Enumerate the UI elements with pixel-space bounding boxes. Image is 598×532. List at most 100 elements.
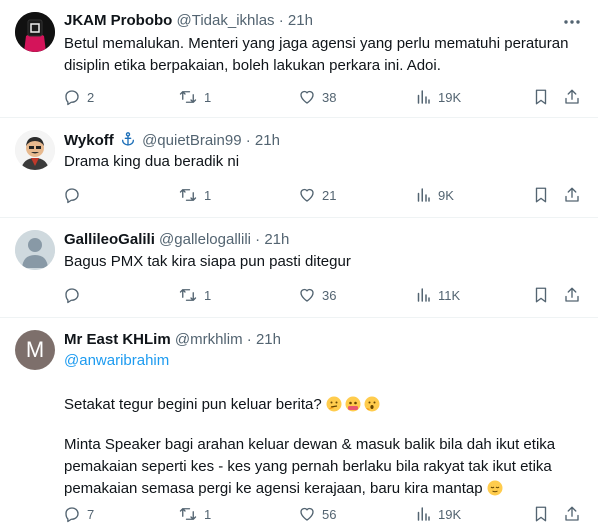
tweet-text: Minta Speaker bagi arahan keluar dewan &… — [64, 434, 579, 500]
display-name[interactable]: Wykoff — [64, 132, 114, 149]
like-count: 36 — [322, 287, 337, 303]
avatar[interactable] — [15, 230, 55, 270]
avatar[interactable] — [15, 130, 55, 170]
share-icon — [565, 506, 579, 521]
repost-count: 1 — [204, 89, 212, 105]
display-name[interactable]: JKAM Probobo — [64, 12, 172, 29]
separator: · — [246, 331, 252, 348]
share-button[interactable] — [563, 185, 581, 205]
reply-icon — [65, 188, 79, 204]
views-count: 11K — [438, 287, 461, 303]
tweet-actions: 2 1 38 19K — [0, 87, 598, 107]
repost-button[interactable]: 1 — [178, 185, 211, 205]
mention-link[interactable]: @anwaribrahim — [64, 352, 169, 369]
heart-icon — [300, 90, 314, 104]
tweet[interactable]: JKAM Probobo @Tidak_ikhlas · 21h Betul m… — [0, 0, 598, 118]
bookmark-icon — [535, 506, 547, 522]
bookmark-button[interactable] — [532, 285, 550, 305]
avatar[interactable]: M — [15, 330, 55, 370]
share-button[interactable] — [563, 87, 581, 107]
reply-button[interactable]: 7 — [63, 504, 94, 524]
repost-icon — [179, 508, 197, 520]
bookmark-button[interactable] — [532, 504, 550, 524]
tweet-text: Betul memalukan. Menteri yang jaga agens… — [64, 35, 569, 74]
reply-icon — [65, 288, 79, 304]
user-handle[interactable]: @gallelogallili — [159, 231, 251, 248]
timestamp[interactable]: 21h — [256, 331, 281, 348]
like-button[interactable]: 36 — [298, 285, 336, 305]
share-icon — [565, 187, 579, 202]
user-handle[interactable]: @mrkhlim — [175, 331, 243, 348]
tweet-actions: 1 21 9K — [0, 185, 598, 205]
reply-icon — [65, 507, 79, 523]
share-icon — [565, 89, 579, 104]
separator: · — [278, 12, 284, 29]
share-button[interactable] — [563, 504, 581, 524]
repost-count: 1 — [204, 187, 212, 203]
heart-icon — [300, 188, 314, 202]
views-count: 9K — [438, 187, 454, 203]
display-name[interactable]: GallileoGalili — [64, 231, 155, 248]
repost-count: 1 — [204, 287, 212, 303]
views-button[interactable]: 9K — [414, 185, 454, 205]
tweet-actions: 7 1 56 19K — [0, 504, 598, 524]
reply-button[interactable] — [63, 285, 87, 305]
repost-icon — [179, 289, 197, 301]
views-icon — [417, 90, 430, 104]
tweet-text-line: Minta Speaker bagi arahan keluar dewan &… — [64, 436, 556, 497]
tweet-mention: @anwaribrahim — [64, 350, 579, 372]
repost-count: 1 — [204, 506, 212, 522]
repost-button[interactable]: 1 — [178, 285, 211, 305]
face-holding-back-tears-emoji-icon — [345, 396, 361, 412]
like-button[interactable]: 21 — [298, 185, 336, 205]
reply-icon — [65, 90, 79, 106]
like-button[interactable]: 38 — [298, 87, 336, 107]
relieved-face-emoji-icon — [487, 480, 503, 496]
share-icon — [565, 287, 579, 302]
views-count: 19K — [438, 506, 462, 522]
timestamp[interactable]: 21h — [255, 132, 280, 149]
views-icon — [417, 188, 430, 202]
tweet-header: GallileoGalili @gallelogallili · 21h — [64, 230, 289, 250]
user-handle[interactable]: @Tidak_ikhlas — [177, 12, 275, 29]
heart-icon — [300, 507, 314, 521]
bookmark-button[interactable] — [532, 87, 550, 107]
avatar[interactable] — [15, 12, 55, 52]
separator: · — [255, 231, 261, 248]
heart-icon — [300, 288, 314, 302]
repost-icon — [179, 91, 197, 103]
views-count: 19K — [438, 89, 462, 105]
tweet[interactable]: M Mr East KHLim @mrkhlim · 21h @anwaribr… — [0, 318, 598, 532]
tweet[interactable]: GallileoGalili @gallelogallili · 21h Bag… — [0, 218, 598, 318]
user-handle[interactable]: @quietBrain99 — [142, 132, 241, 149]
more-options-icon[interactable] — [560, 12, 584, 32]
timestamp[interactable]: 21h — [264, 231, 289, 248]
separator: · — [245, 132, 251, 149]
views-icon — [417, 507, 430, 521]
reply-button[interactable]: 2 — [63, 87, 94, 107]
repost-icon — [179, 189, 197, 201]
views-button[interactable]: 19K — [414, 504, 461, 524]
views-button[interactable]: 19K — [414, 87, 461, 107]
repost-button[interactable]: 1 — [178, 504, 211, 524]
like-button[interactable]: 56 — [298, 504, 336, 524]
views-icon — [417, 288, 430, 302]
tweet-text: Drama king dua beradik ni — [64, 153, 240, 170]
like-count: 56 — [322, 506, 337, 522]
thinking-face-emoji-icon — [326, 396, 342, 412]
anchor-icon — [121, 132, 134, 146]
avatar-letter: M — [25, 337, 45, 362]
timestamp[interactable]: 21h — [288, 12, 313, 29]
views-button[interactable]: 11K — [414, 285, 460, 305]
tweet-text-line: Setakat tegur begini pun keluar berita? — [64, 394, 579, 416]
tweet[interactable]: Wykoff @quietBrain99 · 21h Drama king du… — [0, 118, 598, 218]
bookmark-button[interactable] — [532, 185, 550, 205]
share-button[interactable] — [563, 285, 581, 305]
repost-button[interactable]: 1 — [178, 87, 211, 107]
tweet-header: Mr East KHLim @mrkhlim · 21h — [64, 330, 281, 350]
reply-button[interactable] — [63, 185, 87, 205]
tweet-header: JKAM Probobo @Tidak_ikhlas · 21h — [64, 11, 313, 31]
tweet-text: Setakat tegur begini pun keluar berita? — [64, 396, 322, 413]
display-name[interactable]: Mr East KHLim — [64, 331, 171, 348]
bookmark-icon — [535, 287, 547, 303]
